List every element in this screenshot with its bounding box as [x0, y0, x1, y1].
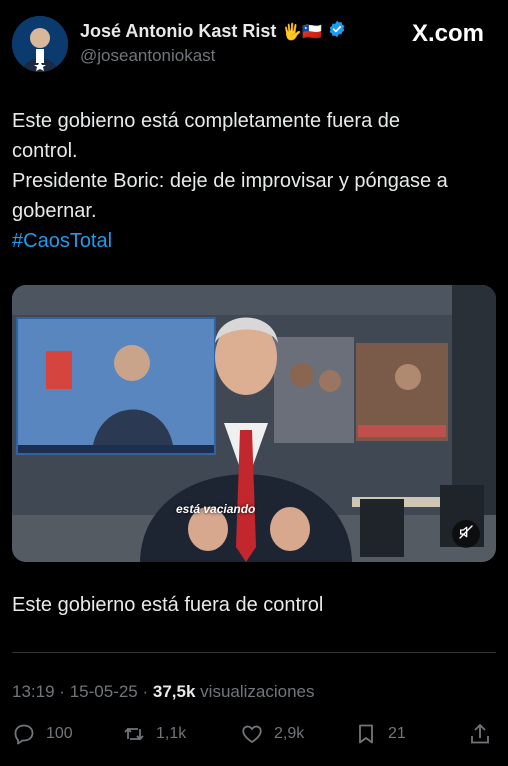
tweet-header: José Antonio Kast Rist 🖐🇨🇱 @joseantoniok…	[0, 0, 508, 90]
repost-icon	[122, 722, 146, 746]
display-name[interactable]: José Antonio Kast Rist	[80, 21, 276, 42]
mute-button[interactable]	[452, 520, 480, 548]
bookmark-button[interactable]: 21	[354, 722, 406, 746]
name-emojis: 🖐🇨🇱	[282, 23, 323, 41]
repost-count: 1,1k	[156, 725, 187, 742]
video-player[interactable]: está vaciando	[12, 285, 496, 562]
x-com-logo: X.com	[411, 20, 484, 47]
like-button[interactable]: 2,9k	[240, 722, 304, 746]
hashtag-link[interactable]: #CaosTotal	[12, 226, 492, 256]
repost-button[interactable]: 1,1k	[122, 722, 186, 746]
action-bar: 100 1,1k 2,9k 21	[12, 722, 496, 750]
reply-button[interactable]: 100	[12, 722, 73, 746]
tweet-meta: 13:19 · 15-05-25 · 37,5k visualizaciones	[12, 682, 315, 702]
tweet-text: Este gobierno está completamente fuera d…	[12, 106, 492, 256]
like-count: 2,9k	[274, 725, 305, 742]
video-frame	[12, 285, 496, 562]
heart-icon	[240, 722, 264, 746]
bookmark-count: 21	[388, 725, 406, 742]
media-caption: Este gobierno está fuera de control	[12, 594, 324, 616]
avatar[interactable]	[12, 16, 68, 72]
reply-icon	[12, 722, 36, 746]
reply-count: 100	[46, 725, 73, 742]
name-row: José Antonio Kast Rist 🖐🇨🇱	[80, 20, 346, 43]
tweet-line-4: gobernar.	[12, 200, 97, 222]
tweet-line-1: Este gobierno está completamente fuera d…	[12, 110, 401, 132]
verified-badge-icon	[328, 20, 346, 43]
bookmark-icon	[354, 722, 378, 746]
views-label: visualizaciones	[200, 682, 315, 701]
video-subtitle: está vaciando	[176, 502, 256, 516]
divider	[12, 652, 496, 653]
tweet-date[interactable]: 15-05-25	[70, 682, 138, 701]
tweet-line-3: Presidente Boric: deje de improvisar y p…	[12, 170, 448, 192]
views-count: 37,5k	[152, 682, 196, 701]
meta-separator: ·	[142, 682, 149, 701]
share-icon	[468, 722, 492, 746]
meta-separator: ·	[59, 682, 65, 701]
tweet-time[interactable]: 13:19	[12, 682, 55, 701]
speaker-muted-icon	[458, 524, 474, 545]
user-handle[interactable]: @joseantoniokast	[80, 46, 215, 66]
tweet-line-2: control.	[12, 140, 78, 162]
share-button[interactable]	[468, 722, 492, 746]
